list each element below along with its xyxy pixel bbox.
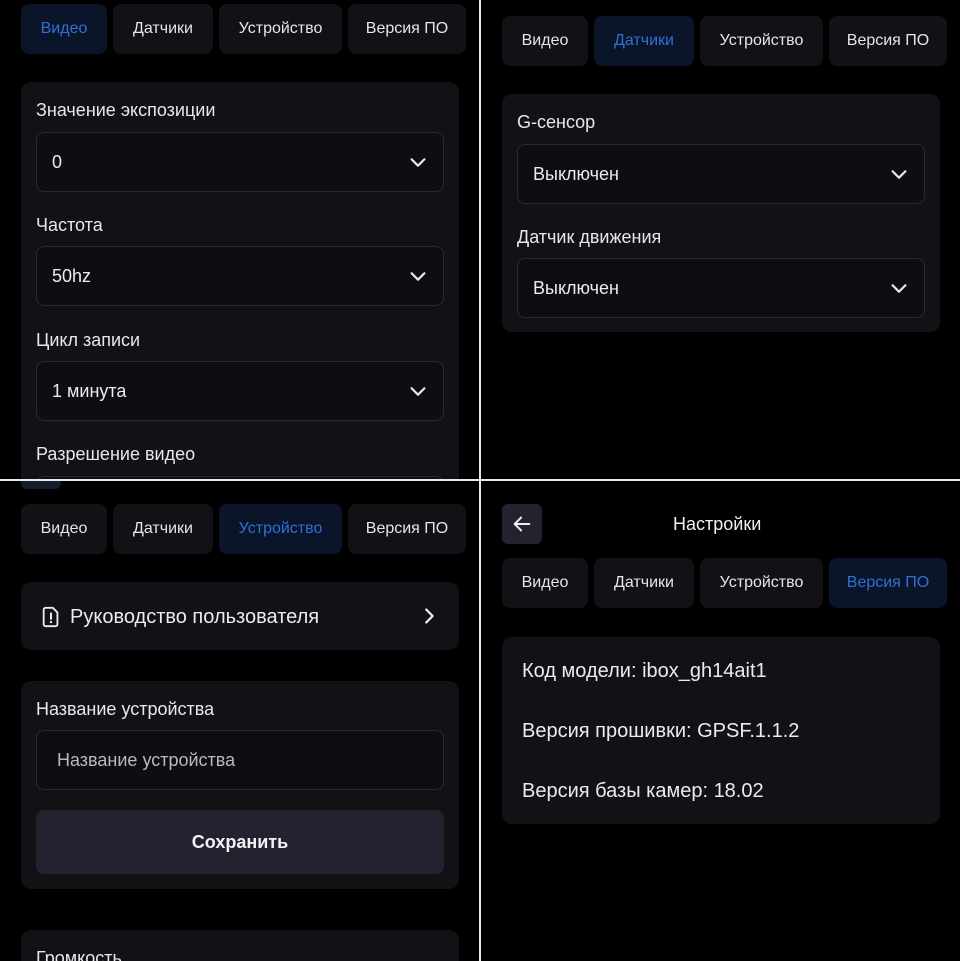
tab-sensors[interactable]: Датчики: [113, 4, 213, 54]
tab-device[interactable]: Устройство: [219, 504, 342, 554]
arrow-left-icon: [513, 516, 531, 532]
frequency-label: Частота: [36, 215, 103, 235]
tab-firmware[interactable]: Версия ПО: [348, 504, 466, 554]
tab-sensors[interactable]: Датчики: [113, 504, 213, 554]
back-button-edge: [21, 481, 61, 489]
volume-label: Громкость: [36, 948, 122, 961]
device-name-card: Название устройства Название устройства …: [21, 681, 459, 889]
tab-device[interactable]: Устройство: [219, 4, 342, 54]
camera-db-version: Версия базы камер: 18.02: [522, 780, 764, 802]
frequency-select[interactable]: 50hz: [36, 246, 444, 306]
gsensor-select[interactable]: Выключен: [517, 144, 925, 204]
chevron-down-icon: [410, 387, 426, 396]
volume-card: Громкость: [21, 930, 459, 961]
frequency-value: 50hz: [52, 265, 92, 286]
video-settings-panel: Видео Датчики Устройство Версия ПО Значе…: [0, 0, 479, 479]
tab-device[interactable]: Устройство: [700, 16, 823, 66]
chevron-down-icon: [410, 272, 426, 281]
video-settings-card: Значение экспозиции 0 Частота 50hz Цикл …: [21, 82, 459, 479]
exposure-select[interactable]: 0: [36, 132, 444, 192]
device-name-placeholder: Название устройства: [57, 749, 236, 770]
document-info-icon: [42, 606, 59, 628]
tab-video[interactable]: Видео: [21, 4, 107, 54]
back-button[interactable]: [502, 504, 542, 544]
exposure-label: Значение экспозиции: [36, 100, 216, 120]
device-name-label: Название устройства: [36, 699, 215, 719]
firmware-info-card: Код модели: ibox_gh14ait1 Версия прошивк…: [502, 637, 940, 824]
tab-device[interactable]: Устройство: [700, 558, 823, 608]
tab-bar: Видео Датчики Устройство Версия ПО: [502, 558, 947, 608]
firmware-version: Версия прошивки: GPSF.1.1.2: [522, 720, 800, 742]
resolution-label: Разрешение видео: [36, 444, 196, 464]
loop-label: Цикл записи: [36, 330, 141, 350]
motion-select[interactable]: Выключен: [517, 258, 925, 318]
tab-firmware[interactable]: Версия ПО: [829, 16, 947, 66]
device-settings-panel: Видео Датчики Устройство Версия ПО Руков…: [0, 481, 479, 961]
tab-video[interactable]: Видео: [502, 16, 588, 66]
tab-bar: Видео Датчики Устройство Версия ПО: [502, 16, 947, 66]
tab-firmware[interactable]: Версия ПО: [348, 4, 466, 54]
exposure-value: 0: [52, 151, 63, 172]
tab-sensors[interactable]: Датчики: [594, 558, 694, 608]
device-name-input[interactable]: Название устройства: [36, 730, 444, 790]
user-manual-label: Руководство пользователя: [70, 606, 320, 628]
chevron-down-icon: [891, 284, 907, 293]
horizontal-divider: [0, 479, 960, 481]
chevron-down-icon: [410, 158, 426, 167]
save-button[interactable]: Сохранить: [36, 810, 444, 874]
sensors-settings-panel: Видео Датчики Устройство Версия ПО G-сен…: [481, 0, 960, 479]
page-title: Настройки: [673, 514, 762, 534]
loop-select[interactable]: 1 минута: [36, 361, 444, 421]
motion-label: Датчик движения: [517, 227, 662, 247]
tab-video[interactable]: Видео: [502, 558, 588, 608]
gsensor-label: G-сенсор: [517, 112, 596, 132]
chevron-right-icon: [425, 608, 434, 624]
gsensor-value: Выключен: [533, 163, 619, 184]
motion-value: Выключен: [533, 277, 619, 298]
chevron-down-icon: [891, 170, 907, 179]
model-code: Код модели: ibox_gh14ait1: [522, 660, 767, 682]
sensors-card: G-сенсор Выключен Датчик движения Выключ…: [502, 94, 940, 332]
tab-bar: Видео Датчики Устройство Версия ПО: [21, 4, 466, 54]
tab-sensors[interactable]: Датчики: [594, 16, 694, 66]
tab-firmware[interactable]: Версия ПО: [829, 558, 947, 608]
firmware-settings-panel: Настройки Видео Датчики Устройство Верси…: [481, 481, 960, 961]
loop-value: 1 минута: [52, 380, 127, 401]
user-manual-link[interactable]: Руководство пользователя: [21, 582, 459, 650]
tab-bar: Видео Датчики Устройство Версия ПО: [21, 504, 466, 554]
tab-video[interactable]: Видео: [21, 504, 107, 554]
